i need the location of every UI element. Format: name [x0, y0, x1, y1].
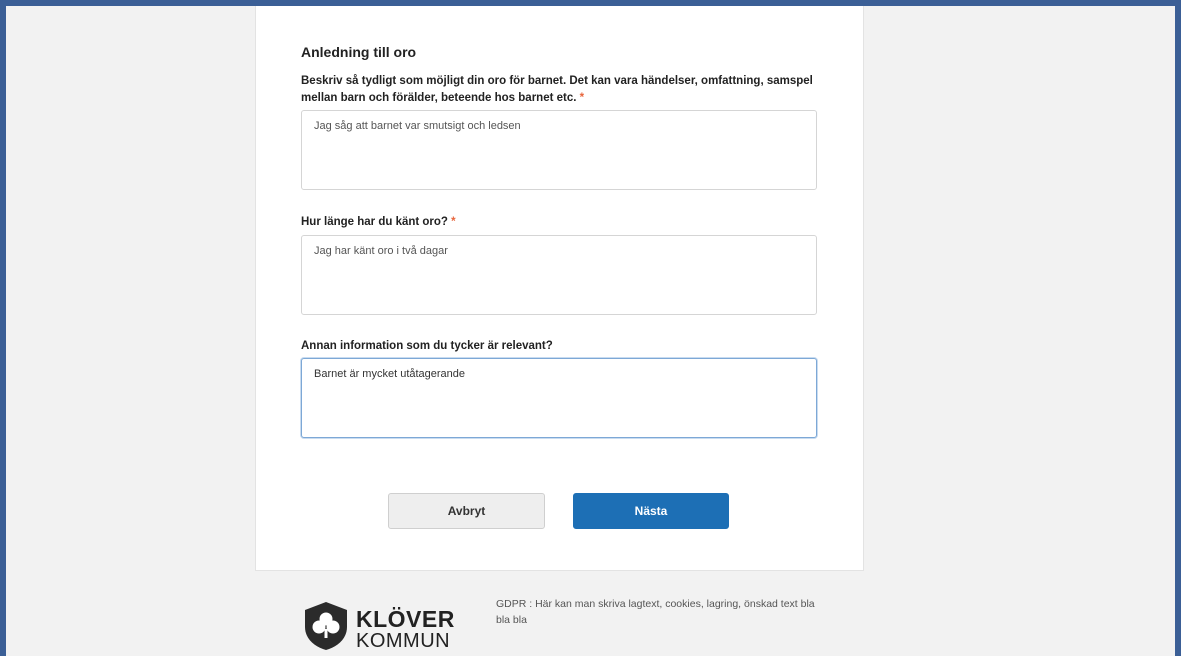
gdpr-text: GDPR : Här kan man skriva lagtext, cooki… — [496, 598, 815, 626]
other-information-label-text: Annan information som du tycker är relev… — [301, 340, 553, 352]
concern-duration-field[interactable]: Jag har känt oro i två dagar — [301, 235, 817, 315]
concern-description-field[interactable]: Jag såg att barnet var smutsigt och leds… — [301, 110, 817, 190]
municipality-logo: KLÖVER KOMMUN — [303, 601, 493, 656]
logo-text-bottom: KOMMUN — [356, 630, 451, 652]
cancel-button[interactable]: Avbryt — [388, 493, 545, 529]
required-marker: * — [579, 92, 585, 104]
concern-duration-label: Hur länge har du känt oro? * — [301, 214, 821, 231]
concern-description-label: Beskriv så tydligt som möjligt din oro f… — [301, 73, 821, 107]
required-marker: * — [451, 216, 456, 228]
other-information-field[interactable]: Barnet är mycket utåtagerande — [301, 358, 817, 438]
logo-text-top: KLÖVER — [356, 606, 455, 632]
concern-description-label-text: Beskriv så tydligt som möjligt din oro f… — [301, 75, 813, 104]
section-title: Anledning till oro — [301, 44, 417, 60]
clover-shield-icon — [305, 602, 347, 650]
concern-duration-label-text: Hur länge har du känt oro? — [301, 216, 448, 228]
next-button[interactable]: Nästa — [573, 493, 729, 529]
other-information-label: Annan information som du tycker är relev… — [301, 338, 821, 355]
